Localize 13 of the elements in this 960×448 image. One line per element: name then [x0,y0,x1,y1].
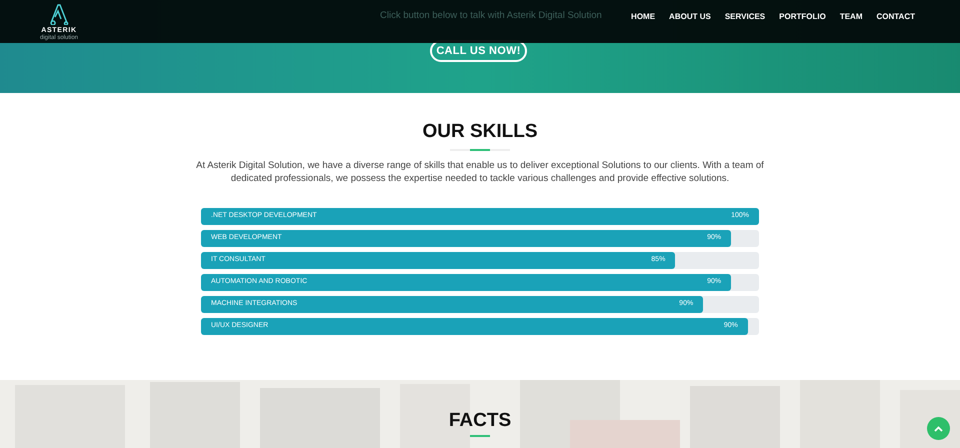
title-underline [450,148,510,151]
nav-link[interactable]: SERVICES [724,10,766,22]
hero-text: Click button below to talk with Asterik Digital Solution [380,9,602,23]
section-title: FACTS [448,409,512,433]
nav-link[interactable]: ABOUT US [669,10,711,22]
nav-link[interactable]: TEAM [840,10,862,22]
title-underline [470,434,490,437]
chevron-up-icon [934,426,943,432]
skills-description: At Asterik Digital Solution, we have a diverse range of skills that enable us to deliver exceptional Solutions to our clients. With a team of dedicated professionals, we possess the expertise needed to tackle various challenges and provide effective solutions. [195,158,765,185]
nav-link[interactable]: HOME [631,10,656,22]
nav-link[interactable]: PORTFOLIO [779,10,826,22]
section-title: OUR SKILLS [422,120,538,144]
nav-link[interactable]: CONTACT [876,10,915,22]
